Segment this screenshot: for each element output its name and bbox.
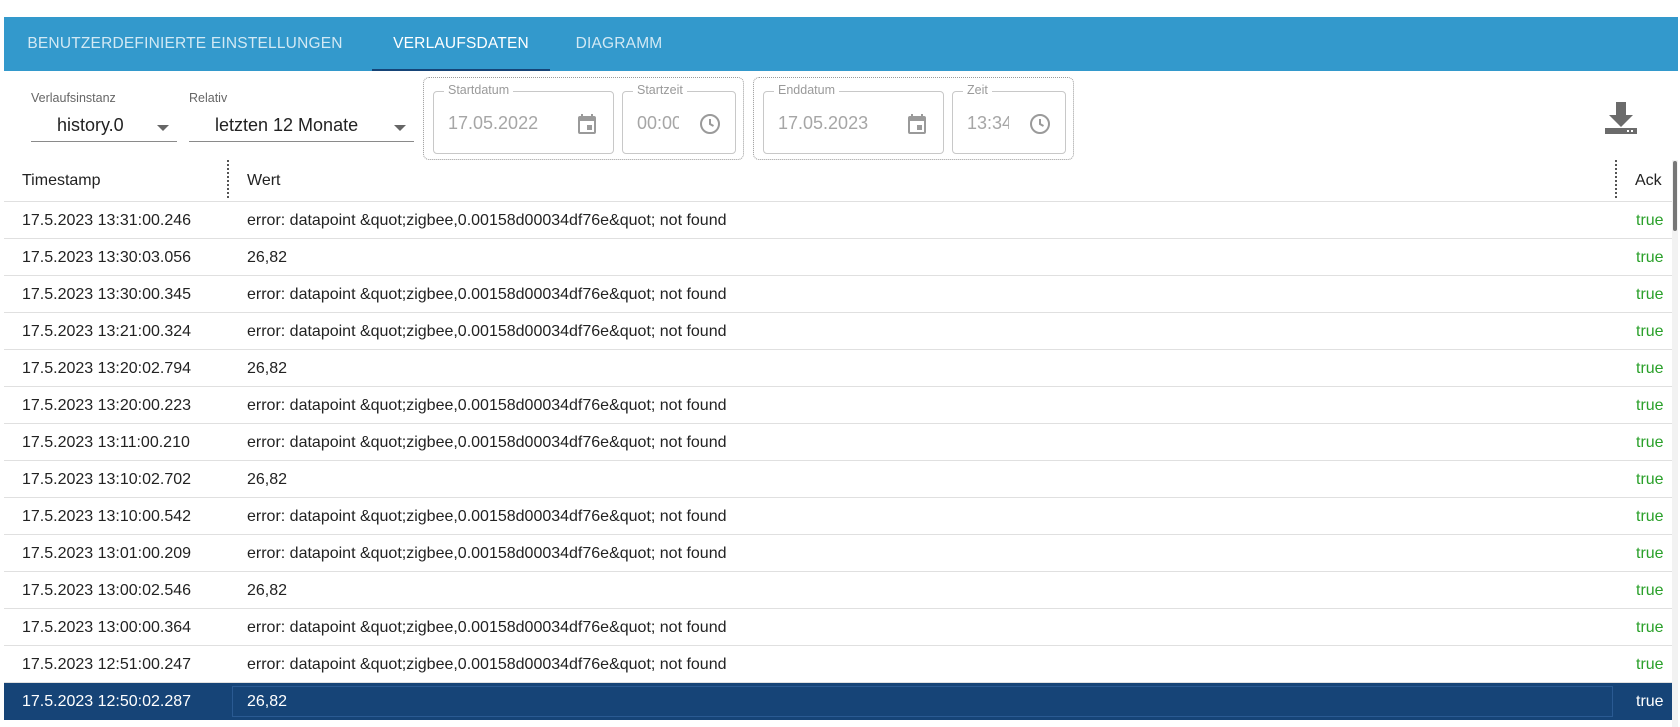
ack-cell: true	[1636, 656, 1664, 673]
column-resize-handle[interactable]	[1615, 160, 1617, 198]
calendar-icon[interactable]	[575, 112, 599, 136]
end-time-value: 13:34	[967, 113, 1009, 133]
scrollbar[interactable]	[1672, 160, 1678, 727]
timestamp-cell: 17.5.2023 12:51:00.247	[22, 656, 192, 673]
table-header: Timestamp Wert Ack	[4, 160, 1674, 202]
table-body: 17.5.2023 13:31:00.246 error: datapoint &…	[4, 202, 1674, 727]
instance-label: Verlaufsinstanz	[31, 91, 116, 105]
clock-icon[interactable]	[1028, 112, 1052, 136]
table-row[interactable]: 17.5.2023 13:30:03.056 26,82 true	[4, 239, 1674, 276]
ack-cell: true	[1636, 249, 1664, 266]
tab-history-data[interactable]: VERLAUFSDATEN	[372, 17, 550, 71]
value-cell: error: datapoint &quot;zigbee,0.00158d00…	[247, 619, 727, 636]
scrollbar-thumb[interactable]	[1673, 161, 1677, 231]
timestamp-cell: 17.5.2023 13:31:00.246	[22, 212, 192, 229]
column-header-value[interactable]: Wert	[247, 160, 280, 202]
start-date-label: Startdatum	[444, 83, 514, 97]
timestamp-cell: 17.5.2023 13:10:00.542	[22, 508, 192, 525]
table-row[interactable]: 17.5.2023 13:20:00.223 error: datapoint &…	[4, 387, 1674, 424]
clock-icon[interactable]	[698, 112, 722, 136]
calendar-icon[interactable]	[905, 112, 929, 136]
tab-custom-settings[interactable]: BENUTZERDEFINIERTE EINSTELLUNGEN	[22, 17, 348, 71]
value-cell: error: datapoint &quot;zigbee,0.00158d00…	[247, 545, 727, 562]
start-date-value: 17.05.2022	[448, 113, 539, 133]
ack-cell: true	[1636, 471, 1664, 488]
value-cell: 26,82	[247, 693, 288, 710]
value-cell: error: datapoint &quot;zigbee,0.00158d00…	[247, 508, 727, 525]
value-cell: error: datapoint &quot;zigbee,0.00158d00…	[247, 397, 727, 414]
timestamp-cell: 17.5.2023 13:10:02.702	[22, 471, 192, 488]
ack-cell: true	[1636, 582, 1664, 599]
start-time-field[interactable]: Startzeit 00:00	[622, 83, 736, 154]
relative-label: Relativ	[189, 91, 228, 105]
focused-cell-outline	[232, 686, 1613, 717]
column-resize-handle[interactable]	[227, 160, 229, 198]
ack-cell: true	[1636, 434, 1664, 451]
column-header-ack[interactable]: Ack	[1635, 160, 1662, 202]
table-row[interactable]: 17.5.2023 13:00:00.364 error: datapoint &…	[4, 609, 1674, 646]
table-row[interactable]: 17.5.2023 13:11:00.210 error: datapoint &…	[4, 424, 1674, 461]
chevron-down-icon	[394, 125, 406, 131]
value-cell: 26,82	[247, 249, 288, 266]
table-row[interactable]: 17.5.2023 13:00:02.546 26,82 true	[4, 572, 1674, 609]
value-cell: 26,82	[247, 360, 288, 377]
value-cell: error: datapoint &quot;zigbee,0.00158d00…	[247, 434, 727, 451]
ack-cell: true	[1636, 286, 1664, 303]
ack-cell: true	[1636, 508, 1664, 525]
column-header-timestamp[interactable]: Timestamp	[22, 160, 101, 202]
timestamp-cell: 17.5.2023 13:20:02.794	[22, 360, 192, 377]
table-row[interactable]: 17.5.2023 12:51:00.247 error: datapoint &…	[4, 646, 1674, 683]
download-icon[interactable]	[1603, 100, 1639, 136]
value-cell: error: datapoint &quot;zigbee,0.00158d00…	[247, 212, 727, 229]
end-date-field[interactable]: Enddatum 17.05.2023	[763, 83, 944, 154]
value-cell: error: datapoint &quot;zigbee,0.00158d00…	[247, 286, 727, 303]
end-time-label: Zeit	[963, 83, 992, 97]
table-row[interactable]: 17.5.2023 13:01:00.209 error: datapoint &…	[4, 535, 1674, 572]
start-range-group: Startdatum 17.05.2022 Startzeit 00:00	[423, 77, 744, 160]
end-date-value: 17.05.2023	[778, 113, 869, 133]
table-row[interactable]: 17.5.2023 13:30:00.345 error: datapoint &…	[4, 276, 1674, 313]
start-time-label: Startzeit	[633, 83, 687, 97]
value-cell: 26,82	[247, 582, 288, 599]
timestamp-cell: 17.5.2023 12:50:02.287	[22, 693, 192, 710]
end-time-field[interactable]: Zeit 13:34	[952, 83, 1066, 154]
value-cell: error: datapoint &quot;zigbee,0.00158d00…	[247, 323, 727, 340]
ack-cell: true	[1636, 693, 1664, 710]
value-cell: 26,82	[247, 471, 288, 488]
instance-value: history.0	[57, 115, 124, 135]
timestamp-cell: 17.5.2023 13:20:00.223	[22, 397, 192, 414]
ack-cell: true	[1636, 212, 1664, 229]
timestamp-cell: 17.5.2023 13:00:00.364	[22, 619, 192, 636]
table-row[interactable]: 17.5.2023 13:10:00.542 error: datapoint &…	[4, 498, 1674, 535]
tab-chart[interactable]: DIAGRAMM	[564, 17, 674, 71]
timestamp-cell: 17.5.2023 13:30:03.056	[22, 249, 192, 266]
table-row[interactable]: 17.5.2023 13:31:00.246 error: datapoint &…	[4, 202, 1674, 239]
table-row[interactable]: 17.5.2023 12:50:02.287 26,82 true	[4, 683, 1674, 720]
timestamp-cell: 17.5.2023 13:21:00.324	[22, 323, 192, 340]
active-tab-indicator	[372, 69, 550, 71]
table-row[interactable]: 17.5.2023 13:21:00.324 error: datapoint &…	[4, 313, 1674, 350]
ack-cell: true	[1636, 545, 1664, 562]
ack-cell: true	[1636, 619, 1664, 636]
start-date-field[interactable]: Startdatum 17.05.2022	[433, 83, 614, 154]
timestamp-cell: 17.5.2023 13:01:00.209	[22, 545, 192, 562]
relative-value: letzten 12 Monate	[215, 115, 359, 135]
ack-cell: true	[1636, 360, 1664, 377]
relative-select[interactable]: letzten 12 Monate	[189, 110, 414, 142]
ack-cell: true	[1636, 397, 1664, 414]
value-cell: error: datapoint &quot;zigbee,0.00158d00…	[247, 656, 727, 673]
tab-bar: BENUTZERDEFINIERTE EINSTELLUNGEN VERLAUF…	[4, 17, 1678, 71]
end-range-group: Enddatum 17.05.2023 Zeit 13:34	[753, 77, 1074, 160]
timestamp-cell: 17.5.2023 13:00:02.546	[22, 582, 192, 599]
end-date-label: Enddatum	[774, 83, 839, 97]
ack-cell: true	[1636, 323, 1664, 340]
table-row[interactable]: 17.5.2023 13:20:02.794 26,82 true	[4, 350, 1674, 387]
table-row[interactable]: 17.5.2023 13:10:02.702 26,82 true	[4, 461, 1674, 498]
chevron-down-icon	[157, 125, 169, 131]
timestamp-cell: 17.5.2023 13:30:00.345	[22, 286, 192, 303]
start-time-value: 00:00	[637, 113, 679, 133]
instance-select[interactable]: history.0	[31, 110, 177, 142]
timestamp-cell: 17.5.2023 13:11:00.210	[22, 434, 190, 451]
